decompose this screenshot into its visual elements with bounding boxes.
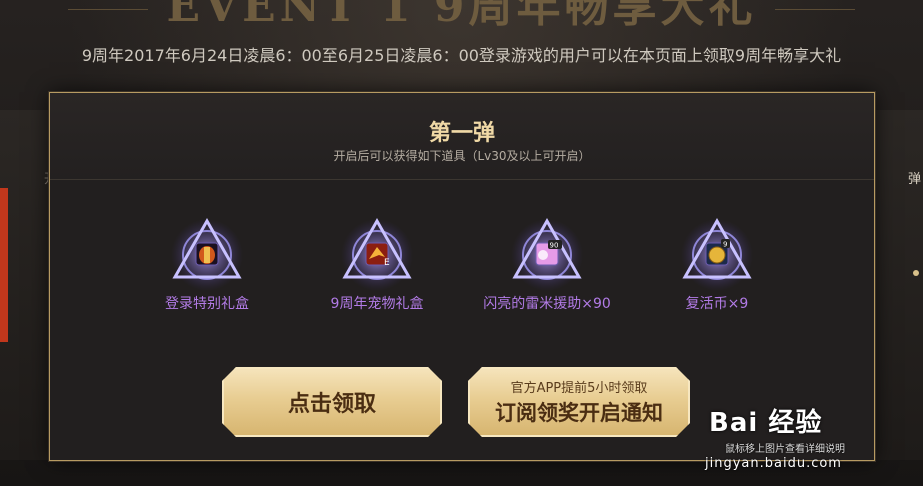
reward-item-label: 9周年宠物礼盒	[330, 296, 424, 312]
side-card-right-text: 弹	[907, 172, 921, 187]
reward-item[interactable]: E 9周年宠物礼盒	[297, 213, 457, 313]
watermark-hint: 鼠标移上图片查看详细说明	[725, 444, 845, 455]
panel-title: 第一弹	[428, 121, 495, 146]
reward-item-label: 复活币×9	[685, 296, 749, 312]
reward-item-label: 闪亮的雷米援助×90	[483, 296, 611, 312]
revive-coin-icon: 9	[681, 217, 753, 291]
panel-description: 开启后可以获得如下道具（Lv30及以上可开启）	[333, 149, 591, 163]
svg-text:E: E	[384, 258, 390, 268]
subscribe-notify-button[interactable]: 官方APP提前5小时领取 订阅领奖开启通知	[468, 367, 690, 437]
gift-box-icon	[171, 217, 243, 291]
carousel-dot[interactable]	[913, 270, 919, 276]
event-title-text: EVENT 1 9周年畅享大礼	[166, 0, 757, 32]
title-divider-right	[774, 9, 855, 10]
pet-box-icon: E	[341, 217, 413, 291]
coin-badge: 9	[723, 241, 727, 249]
watermark-url: jingyan.baidu.com	[705, 456, 842, 471]
remy-badge: 90	[550, 242, 559, 250]
remy-support-icon: 90	[511, 217, 583, 291]
baidu-watermark: Bai 经验 鼠标移上图片查看详细说明 jingyan.baidu.com	[705, 402, 879, 482]
reward-item[interactable]: 登录特别礼盒	[127, 213, 287, 313]
reward-item[interactable]: 9 复活币×9	[637, 213, 797, 313]
subscribe-button-label: 订阅领奖开启通知	[495, 401, 663, 425]
subscribe-button-subtext: 官方APP提前5小时领取	[510, 381, 648, 396]
side-red-banner	[0, 188, 8, 342]
title-divider-left	[68, 9, 149, 10]
panel-header: 第一弹 开启后可以获得如下道具（Lv30及以上可开启）	[50, 93, 874, 180]
reward-item-label: 登录特别礼盒	[165, 296, 249, 312]
reward-item[interactable]: 90 闪亮的雷米援助×90	[467, 213, 627, 313]
claim-button[interactable]: 点击领取	[222, 367, 442, 437]
event-subtitle: 9周年2017年6月24日凌晨6：00至6月25日凌晨6：00登录游戏的用户可以…	[81, 46, 842, 65]
baidu-logo: Bai 经验	[709, 408, 823, 438]
claim-button-label: 点击领取	[287, 392, 376, 417]
event-title: EVENT 1 9周年畅享大礼	[0, 0, 923, 34]
